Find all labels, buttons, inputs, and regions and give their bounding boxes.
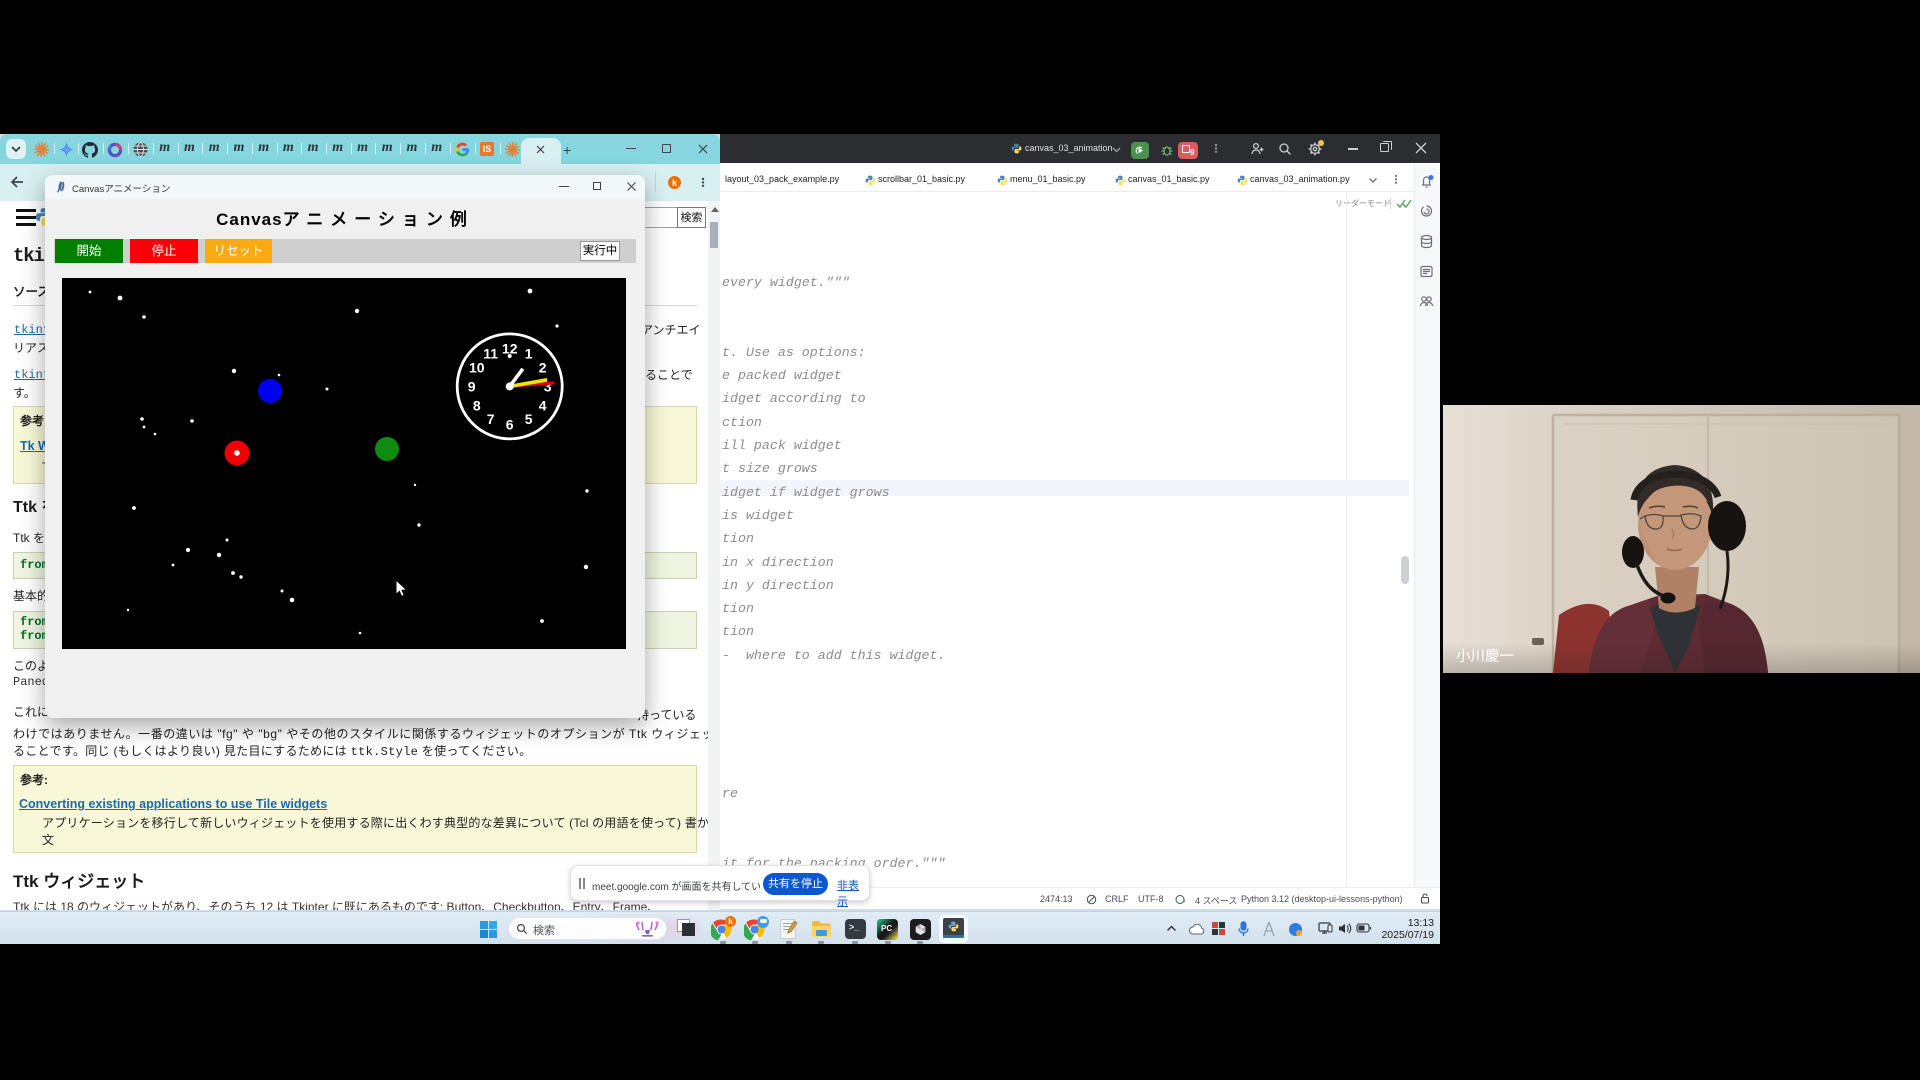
svg-text:12: 12	[502, 340, 518, 356]
svg-text:6: 6	[506, 416, 514, 432]
svg-text:小川慶一: 小川慶一	[1456, 648, 1514, 665]
svg-text:4: 4	[539, 397, 547, 413]
svg-text:11: 11	[483, 346, 498, 362]
svg-text:5: 5	[525, 411, 533, 427]
svg-text:10: 10	[469, 359, 485, 375]
svg-text:8: 8	[473, 397, 481, 413]
svg-text:9: 9	[468, 378, 476, 394]
svg-text:2: 2	[539, 359, 547, 375]
svg-text:1: 1	[525, 346, 533, 362]
svg-text:7: 7	[487, 411, 495, 427]
